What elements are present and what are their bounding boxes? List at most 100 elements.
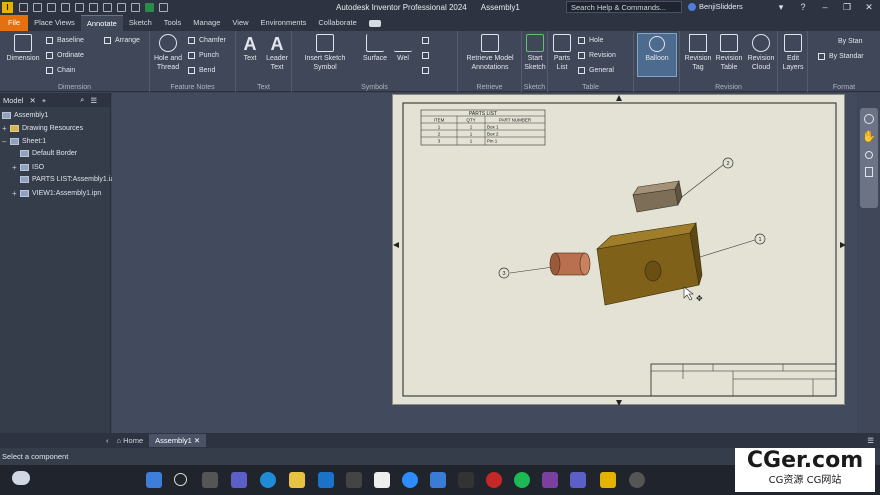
add-browser-icon[interactable]: + (42, 96, 46, 105)
box-2-part[interactable] (632, 180, 683, 213)
update-icon[interactable] (131, 3, 140, 12)
home-icon[interactable] (89, 3, 98, 12)
tab-collaborate[interactable]: Collaborate (312, 15, 362, 31)
tree-drawing-resources[interactable]: + Drawing Resources (2, 124, 83, 133)
chain-button[interactable]: Chain (46, 65, 75, 76)
revision-table-button[interactable]: Revision Table (714, 34, 744, 72)
expand-icon[interactable]: + (12, 163, 18, 172)
balloon-2[interactable]: 2 (722, 157, 734, 169)
cart-icon[interactable]: ▾ (770, 0, 792, 15)
pan-icon[interactable]: ✋ (860, 130, 878, 143)
teams-alt-icon[interactable] (570, 472, 586, 488)
teams-icon[interactable] (231, 472, 247, 488)
expressvpn-icon[interactable] (458, 472, 474, 488)
surface-button[interactable]: Surface (358, 34, 392, 63)
parts-list-table[interactable]: PARTS LIST ITEM QTY PART NUMBER 1 1 Box … (420, 109, 546, 146)
prime-video-icon[interactable] (430, 472, 446, 488)
weld-button[interactable]: Wel (392, 34, 414, 63)
select-icon[interactable] (117, 3, 126, 12)
tab-annotate[interactable]: Annotate (80, 15, 123, 31)
centermark-button[interactable] (422, 50, 433, 61)
start-icon[interactable] (146, 472, 162, 488)
start-sketch-button[interactable]: Start Sketch (522, 34, 548, 72)
update-green-icon[interactable] (145, 3, 154, 12)
close-icon[interactable]: ✕ (858, 0, 880, 15)
inventor-taskbar-icon[interactable] (600, 472, 616, 488)
leader-text-button[interactable]: A Leader Text (262, 34, 292, 72)
chamfer-button[interactable]: Chamfer (188, 35, 226, 46)
onenote-icon[interactable] (542, 472, 558, 488)
revision-tag-button[interactable]: Revision Tag (682, 34, 714, 72)
maximize-icon[interactable]: ❐ (836, 0, 858, 15)
expand-icon[interactable]: + (2, 124, 8, 133)
steering-wheel-icon[interactable] (864, 114, 874, 124)
drawing-sheet[interactable]: PARTS LIST ITEM QTY PART NUMBER 1 1 Box … (392, 94, 846, 406)
tab-assembly1[interactable]: Assembly1 ✕ (149, 434, 207, 447)
tab-manage[interactable]: Manage (187, 15, 226, 31)
chrome-icon[interactable] (629, 472, 645, 488)
tab-file[interactable]: File (0, 15, 29, 31)
amazon-icon[interactable] (374, 472, 390, 488)
tabs-menu-icon[interactable]: ☰ (867, 436, 874, 445)
search-taskbar-icon[interactable] (174, 473, 187, 486)
redo-icon[interactable] (75, 3, 84, 12)
spotify-icon[interactable] (514, 472, 530, 488)
tab-place-views[interactable]: Place Views (28, 15, 81, 31)
zoom-app-icon[interactable] (402, 472, 418, 488)
punch-button[interactable]: Punch (188, 50, 219, 61)
print-icon[interactable] (103, 3, 112, 12)
hole-thread-button[interactable]: Hole and Thread (150, 34, 186, 72)
text-button[interactable]: A Text (238, 34, 262, 63)
expand-icon[interactable]: + (12, 189, 18, 198)
revision-cloud-button[interactable]: Revision Cloud (744, 34, 778, 72)
balloon-3[interactable]: 3 (498, 267, 510, 279)
title-block[interactable] (650, 363, 837, 397)
customize-icon[interactable] (159, 3, 168, 12)
tree-sheet1[interactable]: – Sheet:1 (2, 137, 46, 146)
balloon-button[interactable]: Balloon (637, 33, 677, 77)
tree-assembly1[interactable]: Assembly1 (2, 112, 48, 119)
insert-sketch-symbol-button[interactable]: Insert Sketch Symbol (296, 34, 354, 72)
retrieve-model-annotations-button[interactable]: Retrieve Model Annotations (460, 34, 520, 72)
center-pattern-button[interactable] (422, 65, 433, 76)
search-browser-icon[interactable]: ⌕ (80, 95, 84, 105)
collapse-icon[interactable]: – (2, 137, 8, 146)
tab-view[interactable]: View (226, 15, 254, 31)
bend-button[interactable]: Bend (188, 65, 215, 76)
undo-icon[interactable] (61, 3, 70, 12)
open-icon[interactable] (33, 3, 42, 12)
balloon-1[interactable]: 1 (754, 233, 766, 245)
extra-tabs-icon[interactable] (368, 19, 381, 27)
new-icon[interactable] (19, 3, 28, 12)
tree-iso[interactable]: + ISO (12, 163, 44, 172)
tabs-scroll-icon[interactable]: ‹ (106, 436, 109, 445)
browser-menu-icon[interactable]: ☰ (90, 96, 97, 105)
close-tab-icon[interactable]: ✕ (194, 436, 200, 445)
help-icon[interactable]: ? (792, 0, 814, 15)
datum-target-button[interactable] (422, 35, 433, 46)
close-browser-icon[interactable]: ✕ (29, 96, 35, 105)
tab-environments[interactable]: Environments (255, 15, 313, 31)
tab-sketch[interactable]: Sketch (123, 15, 158, 31)
edge-icon[interactable] (260, 472, 276, 488)
tree-default-border[interactable]: Default Border (20, 150, 77, 157)
revision-table-small-button[interactable]: Revision (578, 50, 616, 61)
pin-1-part[interactable] (549, 252, 591, 276)
tree-view1[interactable]: + VIEW1:Assembly1.ipn (12, 189, 101, 198)
style-dropdown-2[interactable]: By Standar (818, 51, 864, 62)
zoom-icon[interactable] (865, 151, 873, 159)
search-input[interactable]: Search Help & Commands... (566, 1, 682, 13)
dimension-button[interactable]: Dimension (2, 34, 44, 63)
file-explorer-icon[interactable] (289, 472, 305, 488)
store-icon[interactable] (346, 472, 362, 488)
tree-parts-list[interactable]: PARTS LIST:Assembly1.ia (20, 176, 114, 183)
inventor-logo-icon[interactable]: I (2, 2, 13, 13)
task-view-icon[interactable] (202, 472, 218, 488)
general-table-button[interactable]: General (578, 65, 614, 76)
tab-tools[interactable]: Tools (158, 15, 188, 31)
zoom-all-icon[interactable] (865, 167, 873, 177)
hole-table-button[interactable]: Hole (578, 35, 603, 46)
ordinate-button[interactable]: Ordinate (46, 50, 84, 61)
user-account[interactable]: BenjiSlidders (688, 2, 743, 12)
weather-icon[interactable] (12, 471, 30, 485)
